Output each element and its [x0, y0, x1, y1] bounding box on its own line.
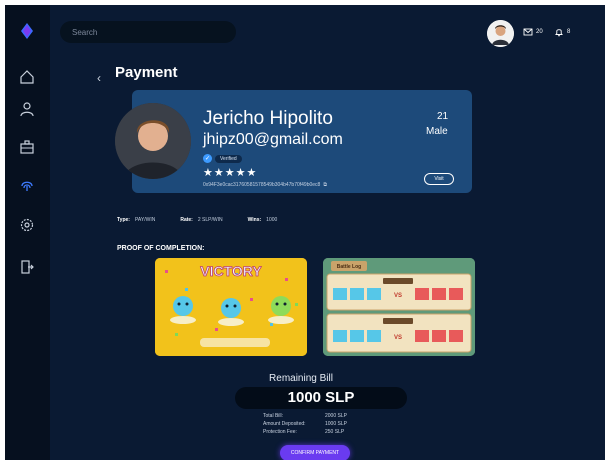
profile-photo	[115, 103, 191, 179]
wins-label: Wins:	[247, 217, 262, 223]
wins-value: 1000	[266, 217, 278, 223]
profile-age: 21	[437, 111, 449, 122]
profile-gender: Male	[426, 126, 448, 137]
search-input[interactable]	[72, 27, 222, 37]
rate-label: Rate:	[180, 217, 193, 223]
svg-text:VS: VS	[394, 335, 402, 341]
briefcase-icon[interactable]	[15, 135, 39, 159]
bill-details: Total Bill: 2000 SLP Amount Deposited: 1…	[263, 412, 347, 436]
proof-title: PROOF OF COMPLETION:	[117, 245, 205, 252]
victory-text: VICTORY	[200, 263, 262, 279]
type-value: PAY/WIN	[134, 217, 156, 223]
check-icon: ✓	[203, 154, 212, 163]
copy-icon[interactable]: ⧉	[323, 182, 327, 188]
visit-button[interactable]: Visit	[424, 173, 454, 185]
proof-image-victory[interactable]: VICTORY	[155, 258, 307, 356]
bell-icon	[555, 29, 563, 37]
bill-row-value: 2000 SLP	[325, 413, 347, 419]
wallet-address: 0x94F3e0cac31760581578549b304b47b70f49b0…	[203, 182, 327, 188]
battle-log-label: Battle Log	[337, 264, 361, 270]
avatar[interactable]	[487, 20, 514, 47]
bill-row-label: Amount Deposited:	[263, 421, 306, 427]
home-icon[interactable]	[15, 65, 39, 89]
mail-icon	[523, 28, 533, 36]
search-bar[interactable]	[60, 21, 236, 43]
notification-indicator[interactable]: 8	[554, 27, 570, 37]
bill-row-protection: Protection Fee: 250 SLP	[263, 428, 347, 436]
profile-name: Jericho Hipolito	[203, 108, 333, 129]
payment-info: Type: PAY/WIN Rate: 2 SLP/WIN Wins: 1000	[117, 217, 297, 223]
svg-text:VS: VS	[394, 293, 402, 299]
bill-row-label: Protection Fee:	[263, 429, 297, 435]
wallet-text: 0x94F3e0cac31760581578549b304b47b70f49b0…	[203, 182, 321, 188]
confirm-payment-button[interactable]: CONFIRM PAYMENT	[280, 445, 350, 460]
verified-badge: ✓ Verified	[203, 153, 242, 164]
proof-image-battle-log[interactable]: Battle Log VS VS	[323, 258, 475, 356]
mail-indicator[interactable]: 20	[523, 27, 543, 37]
bill-row-deposited: Amount Deposited: 1000 SLP	[263, 420, 347, 428]
app-window: 20 8 ‹ Payment Jericho Hipolito jhipz00@…	[5, 5, 605, 460]
page-title: Payment	[115, 64, 178, 81]
bill-row-value: 250 SLP	[325, 429, 345, 435]
notification-count: 8	[567, 29, 571, 35]
rate-value: 2 SLP/WIN	[197, 217, 223, 223]
logout-icon[interactable]	[15, 255, 39, 279]
bill-row-total: Total Bill: 2000 SLP	[263, 412, 347, 420]
bill-row-value: 1000 SLP	[325, 421, 347, 427]
back-button[interactable]: ‹	[97, 71, 101, 85]
type-label: Type:	[117, 217, 130, 223]
rating-stars: ★★★★★	[203, 167, 258, 179]
bill-row-label: Total Bill:	[263, 413, 284, 419]
logo-icon[interactable]	[15, 19, 39, 43]
user-icon[interactable]	[15, 97, 39, 121]
sidebar	[5, 5, 50, 460]
remaining-bill-label: Remaining Bill	[269, 373, 333, 384]
remaining-bill-value: 1000 SLP	[287, 389, 355, 406]
verified-label: Verified	[215, 154, 242, 163]
mail-count: 20	[536, 29, 543, 35]
fingerprint-icon[interactable]	[15, 173, 39, 197]
profile-email: jhipz00@gmail.com	[203, 131, 343, 148]
settings-icon[interactable]	[15, 213, 39, 237]
remaining-bill-amount: 1000 SLP	[235, 387, 407, 409]
